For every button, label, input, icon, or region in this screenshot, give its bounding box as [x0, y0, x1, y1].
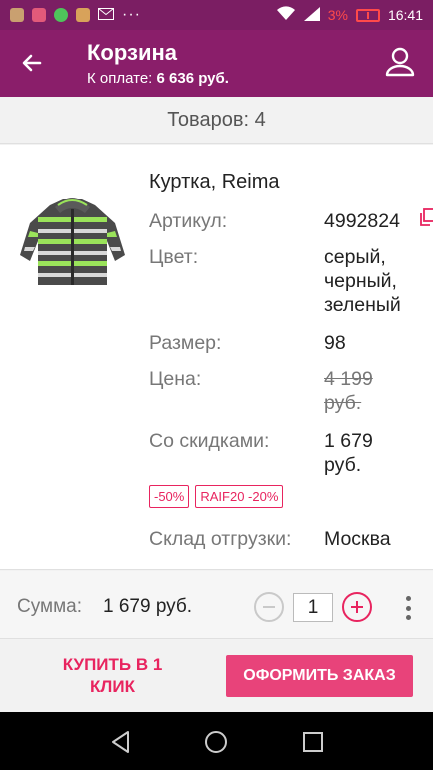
back-button[interactable] — [14, 47, 50, 79]
clock: 16:41 — [387, 7, 423, 23]
app-bar: Корзина К оплате: 6 636 руб. — [0, 30, 433, 97]
product-image[interactable] — [15, 193, 130, 293]
article-label: Артикул: — [149, 210, 228, 232]
color-value: серый, черный, зеленый — [324, 246, 401, 316]
warehouse-value: Москва — [324, 528, 391, 550]
quantity-input[interactable]: 1 — [293, 593, 333, 622]
total-amount: 6 636 руб. — [156, 70, 229, 87]
minus-icon — [263, 606, 275, 608]
profile-button[interactable] — [383, 45, 417, 79]
size-label: Размер: — [149, 332, 222, 354]
battery-percent: 3% — [327, 7, 348, 23]
app-icon — [32, 8, 46, 22]
dot-icon — [405, 605, 411, 611]
triangle-back-icon — [112, 731, 129, 753]
promo-code-badge: RAIF20 -20% — [195, 485, 284, 508]
dot-icon — [405, 615, 411, 620]
nav-home-button[interactable] — [203, 729, 229, 755]
items-count: Товаров: 4 — [0, 97, 433, 144]
status-bar: ··· 3% 16:41 — [0, 0, 433, 30]
more-options-button[interactable] — [400, 593, 416, 623]
whatsapp-icon — [54, 8, 68, 22]
checkout-actions: КУПИТЬ В 1 КЛИК ОФОРМИТЬ ЗАКАЗ — [0, 640, 433, 712]
size-value: 98 — [324, 332, 346, 354]
dot-icon — [405, 596, 411, 601]
user-icon — [385, 47, 415, 77]
page-title: Корзина — [87, 40, 177, 65]
app-icon — [76, 8, 90, 22]
discount-badge: -50% — [149, 485, 190, 508]
buy-one-click-button[interactable]: КУПИТЬ В 1 КЛИК — [40, 654, 185, 698]
wifi-icon — [276, 6, 296, 24]
article-value: 4992824 — [324, 210, 400, 232]
sum-value: 1 679 руб. — [103, 596, 193, 617]
square-recents-icon — [303, 732, 323, 752]
signal-icon — [303, 6, 320, 24]
color-label: Цвет: — [149, 246, 199, 268]
decrease-quantity-button[interactable] — [254, 592, 284, 622]
copy-icon[interactable] — [419, 208, 433, 226]
discount-badges: -50% RAIF20 -20% — [149, 485, 284, 508]
total-label: К оплате: — [87, 70, 157, 87]
sum-label: Сумма: — [17, 596, 82, 617]
discount-price: 1 679 руб. — [324, 430, 373, 476]
more-icon: ··· — [122, 6, 141, 23]
app-icon — [10, 8, 24, 22]
increase-quantity-button[interactable] — [342, 592, 372, 622]
checkout-button[interactable]: ОФОРМИТЬ ЗАКАЗ — [226, 655, 413, 697]
battery-icon — [355, 8, 380, 22]
total-to-pay: К оплате: 6 636 руб. — [87, 70, 229, 87]
nav-back-button[interactable] — [108, 729, 134, 755]
circle-home-icon — [205, 731, 227, 753]
system-nav-bar — [0, 712, 433, 770]
nav-recents-button[interactable] — [300, 729, 326, 755]
cart-item: Куртка, Reima Артикул: 4992824 Цвет: сер… — [0, 145, 433, 570]
arrow-left-icon — [22, 54, 42, 72]
mail-icon — [98, 7, 114, 23]
old-price: 4 199 руб. — [324, 368, 373, 414]
item-sum-row: Сумма: 1 679 руб. 1 — [0, 571, 433, 639]
price-label: Цена: — [149, 368, 202, 390]
discount-label: Со скидками: — [149, 430, 270, 452]
product-name[interactable]: Куртка, Reima — [149, 171, 280, 194]
warehouse-label: Склад отгрузки: — [149, 528, 292, 550]
plus-icon — [351, 601, 363, 613]
